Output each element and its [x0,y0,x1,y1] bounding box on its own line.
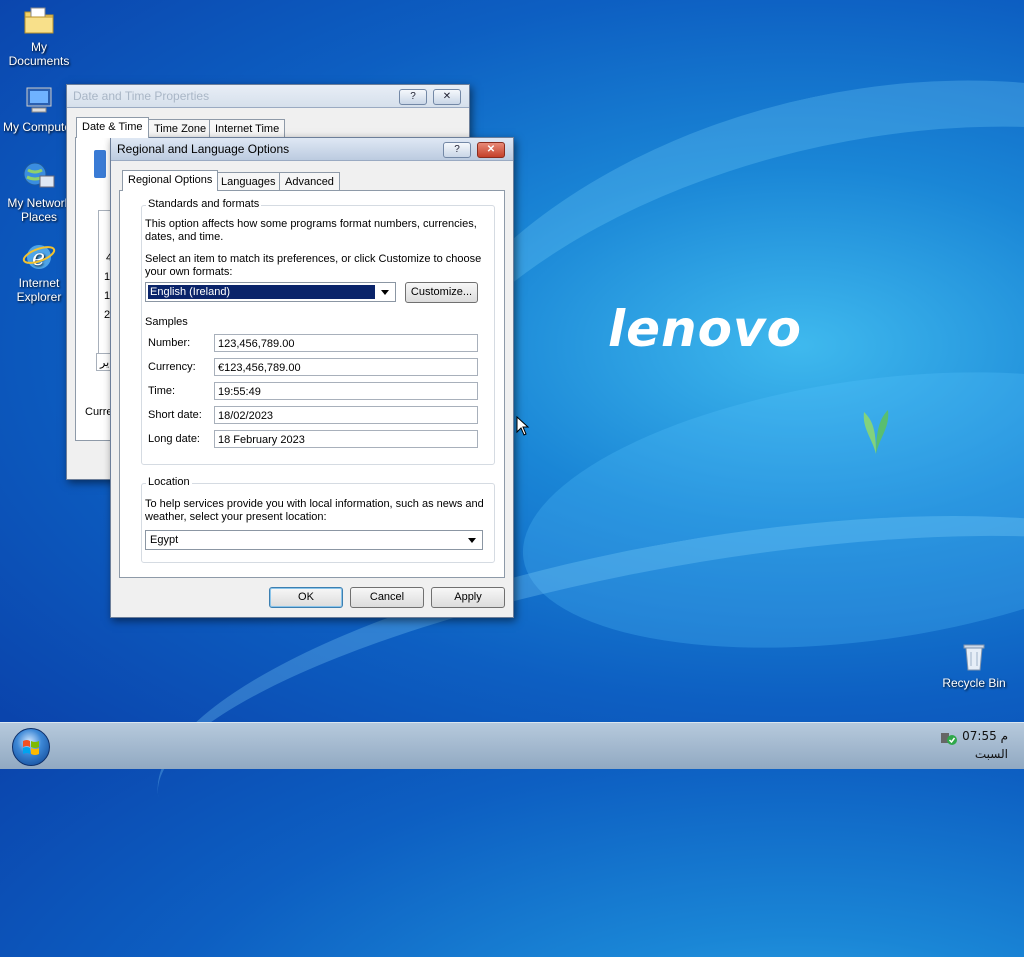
format-select-value: English (Ireland) [148,285,375,299]
current-timezone-label: Curre [85,406,113,418]
datetime-window-title: Date and Time Properties [73,89,210,103]
location-group: Location To help services provide you wi… [141,476,495,563]
recycle-bin-icon [963,644,985,671]
ok-button[interactable]: OK [269,587,343,608]
standards-title: Standards and formats [146,198,262,210]
location-description: To help services provide you with local … [145,498,484,523]
desktop-icon-my-documents[interactable]: My Documents [1,4,77,68]
dropdown-arrow-icon [468,538,476,543]
start-button[interactable] [12,728,50,766]
clock-time: 07:55 م [962,729,1008,743]
datetime-close-button[interactable]: ✕ [433,89,461,105]
sample-label-currency: Currency: [148,361,196,373]
close-button[interactable]: ✕ [477,142,505,158]
location-select-value: Egypt [150,534,179,546]
lenovo-logo: lenovo [608,300,802,358]
datetime-help-button[interactable]: ? [399,89,427,105]
tab-regional-options[interactable]: Regional Options [122,170,219,191]
standards-instruction: Select an item to match its preferences,… [145,253,482,278]
datetime-titlebar[interactable]: Date and Time Properties ? ✕ [67,85,469,108]
internet-explorer-icon: e [22,245,56,271]
tab-advanced[interactable]: Advanced [279,172,340,191]
calendar-graphic [94,150,106,178]
taskbar [0,722,1024,769]
standards-description: This option affects how some programs fo… [145,218,477,243]
folder-documents-icon [24,7,54,34]
tab-languages[interactable]: Languages [215,172,282,191]
sample-time-field: 19:55:49 [214,382,478,400]
computer-icon [26,87,52,113]
sample-long-date-field: 18 February 2023 [214,430,478,448]
mouse-cursor-icon [516,416,530,436]
customize-button[interactable]: Customize... [405,282,478,303]
sample-label-number: Number: [148,337,191,349]
desktop-icon-recycle-bin[interactable]: Recycle Bin [936,640,1012,690]
format-select[interactable]: English (Ireland) [145,282,396,302]
clock-day: السبت [974,747,1008,761]
desktop-icon-label: Recycle Bin [942,676,1006,690]
location-title: Location [146,476,192,488]
system-clock[interactable]: 07:55 م السبت [962,727,1008,763]
tab-time-zone[interactable]: Time Zone [148,119,213,138]
tab-date-time[interactable]: Date & Time [76,117,149,138]
desktop-icon-label: My Computer [2,120,76,134]
cancel-button[interactable]: Cancel [350,587,424,608]
network-icon [23,162,55,188]
sample-currency-field: €123,456,789.00 [214,358,478,376]
dropdown-arrow-icon [381,290,389,295]
desktop-icon-label: My Documents [8,40,70,68]
samples-title: Samples [145,316,188,328]
standards-group: Standards and formats This option affect… [141,198,495,465]
sample-label-long-date: Long date: [148,433,200,445]
sample-label-time: Time: [148,385,176,397]
sample-number-field: 123,456,789.00 [214,334,478,352]
desktop-icon-label: Internet Explorer [16,276,62,304]
regional-titlebar[interactable]: Regional and Language Options ? ✕ [111,138,513,161]
help-button[interactable]: ? [443,142,471,158]
windows-logo-icon [23,740,39,755]
apply-button[interactable]: Apply [431,587,505,608]
sample-label-short-date: Short date: [148,409,202,421]
security-shield-icon[interactable] [940,730,958,746]
sample-short-date-field: 18/02/2023 [214,406,478,424]
leaf-icon [863,410,889,454]
regional-tab-panel: Standards and formats This option affect… [119,190,505,578]
location-select[interactable]: Egypt [145,530,483,550]
regional-options-window[interactable]: Regional and Language Options ? ✕ Region… [110,137,514,618]
tab-internet-time[interactable]: Internet Time [209,119,286,138]
desktop-icon-label: My Network Places [7,196,71,224]
regional-window-title: Regional and Language Options [117,142,290,156]
